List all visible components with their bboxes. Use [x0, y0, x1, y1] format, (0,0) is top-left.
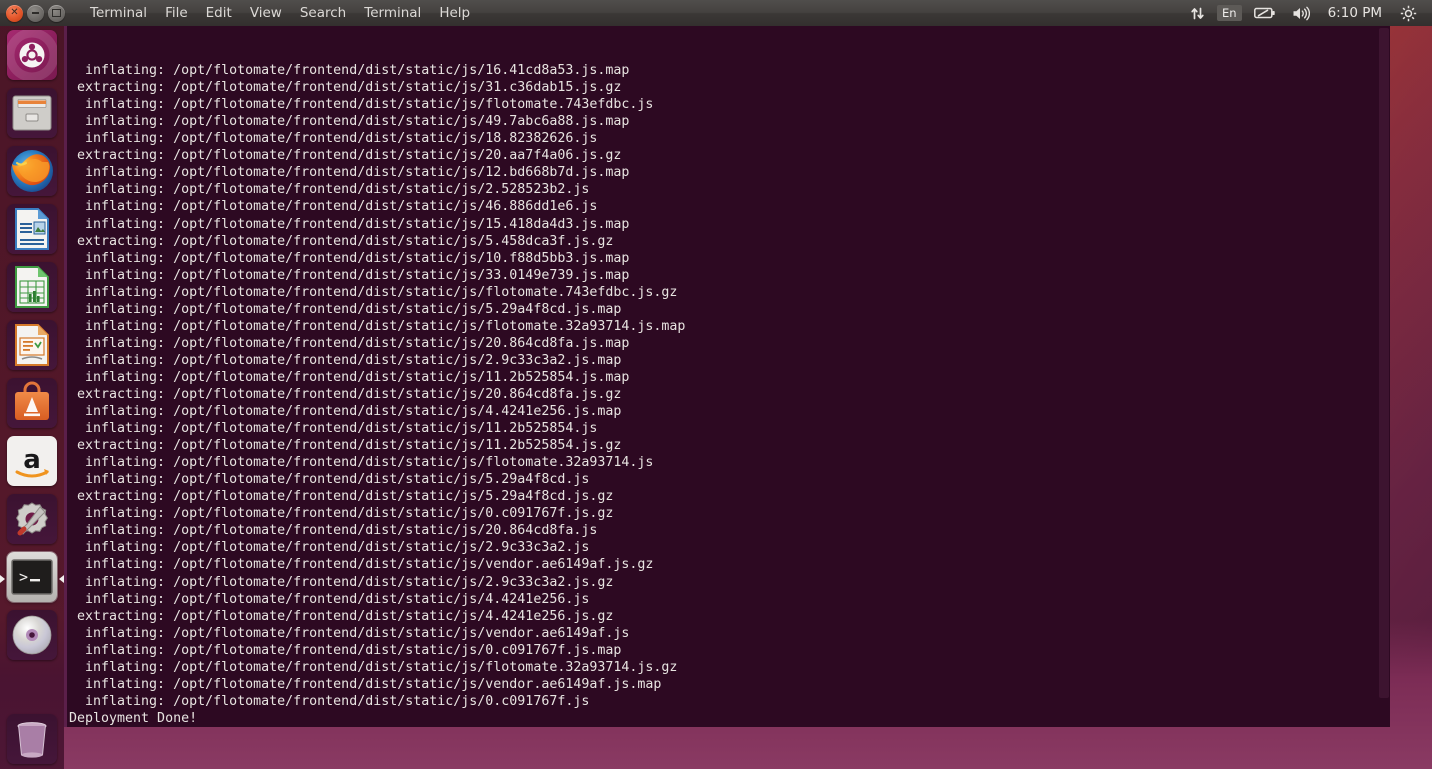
- terminal-scrollbar-thumb[interactable]: [1379, 28, 1389, 698]
- terminal-line: inflating: /opt/flotomate/frontend/dist/…: [69, 284, 678, 300]
- launcher-item-libreoffice-writer[interactable]: [7, 204, 57, 254]
- minimize-icon: [27, 5, 44, 22]
- launcher-item-trash[interactable]: [7, 714, 57, 764]
- terminal-line: inflating: /opt/flotomate/frontend/dist/…: [69, 216, 630, 232]
- terminal-line: extracting: /opt/flotomate/frontend/dist…: [69, 386, 622, 402]
- launcher-item-firefox[interactable]: [7, 146, 57, 196]
- clock[interactable]: 6:10 PM: [1319, 0, 1391, 26]
- terminal-line: inflating: /opt/flotomate/frontend/dist/…: [69, 165, 630, 181]
- launcher-item-amazon[interactable]: a: [7, 436, 57, 486]
- terminal-line: inflating: /opt/flotomate/frontend/dist/…: [69, 455, 654, 471]
- terminal-line: inflating: /opt/flotomate/frontend/dist/…: [69, 250, 630, 266]
- launcher-item-ubuntu-dash[interactable]: [7, 30, 57, 80]
- terminal-output[interactable]: inflating: /opt/flotomate/frontend/dist/…: [69, 26, 1390, 727]
- terminal-line: inflating: /opt/flotomate/frontend/dist/…: [69, 506, 614, 522]
- menu-bar: Terminal File Edit View Search Terminal …: [81, 0, 479, 26]
- terminal-line: extracting: /opt/flotomate/frontend/dist…: [69, 80, 622, 96]
- terminal-line: inflating: /opt/flotomate/frontend/dist/…: [69, 676, 662, 692]
- menu-terminal[interactable]: Terminal: [355, 0, 430, 26]
- terminal-line: inflating: /opt/flotomate/frontend/dist/…: [69, 318, 686, 334]
- menu-search[interactable]: Search: [291, 0, 355, 26]
- keyboard-layout-indicator[interactable]: En: [1217, 5, 1242, 21]
- terminal-left-border: [64, 26, 67, 727]
- terminal-line: inflating: /opt/flotomate/frontend/dist/…: [69, 659, 678, 675]
- launcher-item-libreoffice-calc[interactable]: [7, 262, 57, 312]
- terminal-line: inflating: /opt/flotomate/frontend/dist/…: [69, 693, 590, 709]
- terminal-window[interactable]: inflating: /opt/flotomate/frontend/dist/…: [64, 26, 1390, 727]
- terminal-line: inflating: /opt/flotomate/frontend/dist/…: [69, 114, 630, 130]
- launcher-item-libreoffice-impress[interactable]: [7, 320, 57, 370]
- terminal-scrollbar-track[interactable]: [1378, 26, 1390, 727]
- launcher-focus-arrow-right: [59, 575, 64, 583]
- terminal-line: inflating: /opt/flotomate/frontend/dist/…: [69, 97, 654, 113]
- terminal-line: inflating: /opt/flotomate/frontend/dist/…: [69, 557, 654, 573]
- terminal-line: inflating: /opt/flotomate/frontend/dist/…: [69, 63, 630, 79]
- terminal-line: inflating: /opt/flotomate/frontend/dist/…: [69, 574, 614, 590]
- minimize-button[interactable]: [27, 4, 44, 22]
- window-controls: ✕: [0, 4, 65, 22]
- menu-file[interactable]: File: [156, 0, 197, 26]
- terminal-line: inflating: /opt/flotomate/frontend/dist/…: [69, 625, 630, 641]
- terminal-line: inflating: /opt/flotomate/frontend/dist/…: [69, 199, 598, 215]
- terminal-line: inflating: /opt/flotomate/frontend/dist/…: [69, 523, 598, 539]
- close-icon: ✕: [10, 7, 19, 18]
- launcher-item-disc[interactable]: [7, 610, 57, 660]
- launcher-item-files[interactable]: [7, 88, 57, 138]
- terminal-line: extracting: /opt/flotomate/frontend/dist…: [69, 148, 622, 164]
- system-tray: En 6:10 PM: [1183, 0, 1432, 26]
- close-button[interactable]: ✕: [6, 4, 23, 22]
- launcher-item-terminal[interactable]: >: [7, 552, 57, 602]
- launcher-focus-arrow-left: [0, 575, 5, 583]
- terminal-line: inflating: /opt/flotomate/frontend/dist/…: [69, 352, 622, 368]
- terminal-line: inflating: /opt/flotomate/frontend/dist/…: [69, 335, 630, 351]
- maximize-icon: [48, 5, 65, 22]
- svg-text:>: >: [19, 568, 28, 586]
- maximize-button[interactable]: [48, 4, 65, 22]
- terminal-line: inflating: /opt/flotomate/frontend/dist/…: [69, 591, 590, 607]
- terminal-line: inflating: /opt/flotomate/frontend/dist/…: [69, 301, 622, 317]
- menu-help[interactable]: Help: [430, 0, 479, 26]
- terminal-line: Deployment Done!: [69, 710, 198, 726]
- terminal-line: inflating: /opt/flotomate/frontend/dist/…: [69, 642, 622, 658]
- terminal-line: inflating: /opt/flotomate/frontend/dist/…: [69, 369, 630, 385]
- terminal-line: inflating: /opt/flotomate/frontend/dist/…: [69, 267, 630, 283]
- terminal-line: extracting: /opt/flotomate/frontend/dist…: [69, 489, 614, 505]
- launcher-item-system-settings[interactable]: [7, 494, 57, 544]
- menu-edit[interactable]: Edit: [197, 0, 241, 26]
- volume-icon[interactable]: [1285, 0, 1317, 26]
- svg-text:a: a: [23, 445, 41, 475]
- menu-app-title[interactable]: Terminal: [81, 0, 156, 26]
- terminal-line: inflating: /opt/flotomate/frontend/dist/…: [69, 404, 622, 420]
- terminal-line: extracting: /opt/flotomate/frontend/dist…: [69, 438, 622, 454]
- unity-launcher: a >: [0, 26, 64, 769]
- terminal-line: inflating: /opt/flotomate/frontend/dist/…: [69, 421, 598, 437]
- terminal-line: extracting: /opt/flotomate/frontend/dist…: [69, 608, 614, 624]
- menu-view[interactable]: View: [241, 0, 291, 26]
- terminal-line: inflating: /opt/flotomate/frontend/dist/…: [69, 131, 598, 147]
- terminal-line: inflating: /opt/flotomate/frontend/dist/…: [69, 472, 590, 488]
- gear-icon[interactable]: [1393, 0, 1424, 26]
- terminal-log-lines: inflating: /opt/flotomate/frontend/dist/…: [69, 62, 1390, 727]
- terminal-line: inflating: /opt/flotomate/frontend/dist/…: [69, 540, 590, 556]
- terminal-line: inflating: /opt/flotomate/frontend/dist/…: [69, 182, 590, 198]
- launcher-item-software-center[interactable]: [7, 378, 57, 428]
- terminal-line: extracting: /opt/flotomate/frontend/dist…: [69, 233, 614, 249]
- battery-icon[interactable]: [1247, 0, 1283, 26]
- network-updown-icon[interactable]: [1183, 0, 1212, 26]
- top-panel: ✕ Terminal File Edit View Search Termina…: [0, 0, 1432, 26]
